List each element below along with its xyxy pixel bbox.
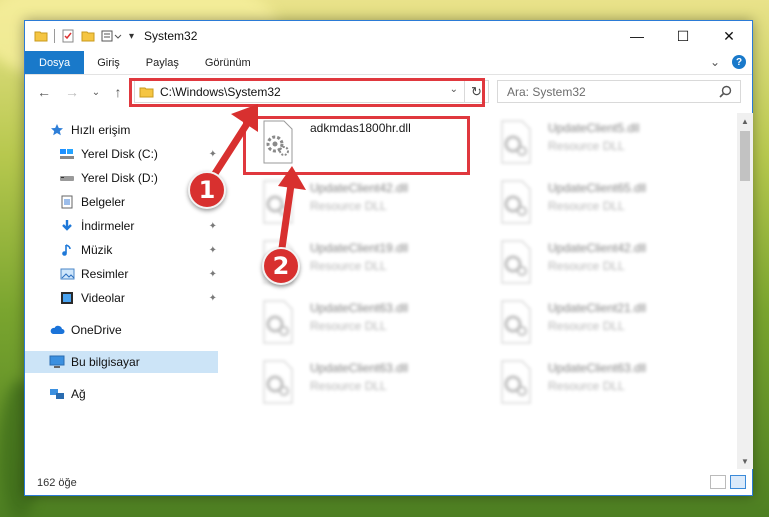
step-1-marker: 1 (188, 171, 226, 209)
step-2-marker: 2 (262, 247, 300, 285)
annotation-arrows (203, 104, 306, 266)
